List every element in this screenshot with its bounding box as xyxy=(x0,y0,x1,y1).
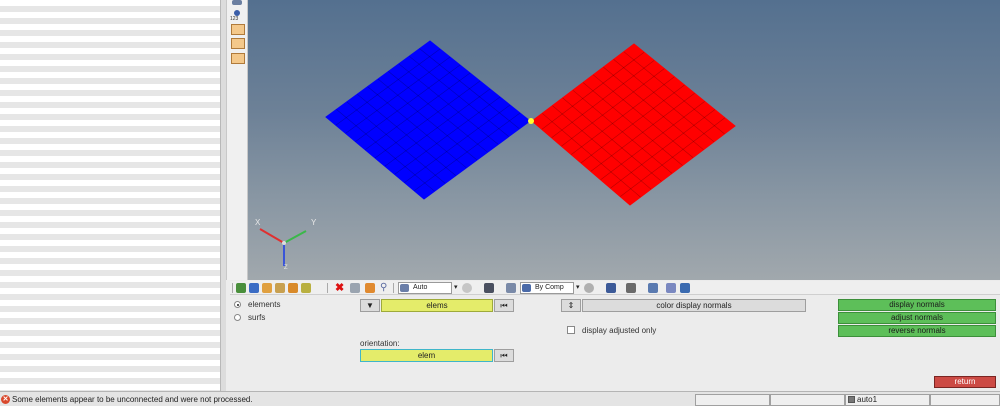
triad-origin xyxy=(282,241,286,245)
triangle-down-icon: ▼ xyxy=(366,301,374,310)
triad-y-label: Y xyxy=(311,218,317,227)
mesh-canvas xyxy=(259,40,736,266)
shared-node xyxy=(528,118,534,124)
adjust-normals-button[interactable]: adjust normals xyxy=(838,312,996,324)
graph-icon[interactable] xyxy=(666,283,676,293)
orientation-elem-selector[interactable]: elem xyxy=(360,349,493,362)
display-adjusted-checkbox[interactable] xyxy=(567,326,575,334)
isolate-icon[interactable] xyxy=(288,283,298,293)
lighting-icon[interactable] xyxy=(462,283,472,293)
label-abc-icon[interactable] xyxy=(231,24,245,35)
status-message: Some elements appear to be unconnected a… xyxy=(12,395,253,404)
error-icon: ✕ xyxy=(1,395,10,404)
graphics-viewport[interactable]: X Y Z xyxy=(248,0,1000,280)
model-browser-panel[interactable] xyxy=(0,0,221,391)
comp-display-icon[interactable] xyxy=(236,283,246,293)
delete-icon[interactable]: ✖ xyxy=(335,283,345,294)
reset-orientation-button[interactable]: ⏮ xyxy=(494,349,514,362)
normals-panel: elements surfs ▼ elems ⏮ ⇕ color display… xyxy=(226,296,1000,391)
reset-selection-button[interactable]: ⏮ xyxy=(494,299,514,312)
orientation-label: orientation: xyxy=(360,339,400,348)
reverse-normals-button[interactable]: reverse normals xyxy=(838,325,996,337)
application-window: 123 X Y Z ✖ ⚲ Auto ▾ By Comp ▾ elements … xyxy=(0,0,1000,406)
toolbar-separator xyxy=(327,283,328,293)
toolbar-grip xyxy=(232,283,233,293)
axis-icon[interactable]: ⚲ xyxy=(380,283,390,293)
up-down-icon: ⇕ xyxy=(567,301,575,310)
count-label: 123 xyxy=(230,16,239,22)
surface-icon[interactable] xyxy=(231,53,245,64)
shaded-icon[interactable] xyxy=(249,283,259,293)
selector-dropdown-button[interactable]: ▼ xyxy=(360,299,380,312)
find-icon[interactable] xyxy=(301,283,311,293)
collector-color-icon xyxy=(848,396,855,403)
component-icon[interactable] xyxy=(365,283,375,293)
view-icon[interactable] xyxy=(232,0,242,5)
status-field-1 xyxy=(695,394,770,406)
reset-icon: ⏮ xyxy=(500,301,508,310)
status-bar: ✕ Some elements appear to be unconnected… xyxy=(0,391,1000,406)
triad-x-label: X xyxy=(255,218,261,227)
elems-selector[interactable]: elems xyxy=(381,299,493,312)
current-collector-label: auto1 xyxy=(857,395,878,404)
color-mode-icon xyxy=(522,284,531,292)
radio-surfs-label: surfs xyxy=(248,313,266,322)
radio-surfs[interactable] xyxy=(234,314,241,321)
return-button[interactable]: return xyxy=(934,376,996,388)
toolbar-separator-2 xyxy=(393,283,394,293)
cube-icon[interactable] xyxy=(506,283,516,293)
toggle-button[interactable]: ⇕ xyxy=(561,299,581,312)
view-mode-icon xyxy=(400,284,409,292)
status-field-2 xyxy=(770,394,845,406)
mask-icon[interactable] xyxy=(262,283,272,293)
feature-icon[interactable] xyxy=(648,283,658,293)
display-normals-button[interactable]: display normals xyxy=(838,299,996,311)
status-field-4 xyxy=(930,394,1000,406)
camera-icon[interactable] xyxy=(484,283,494,293)
wireframe-icon[interactable] xyxy=(584,283,594,293)
screen-icon[interactable] xyxy=(680,283,690,293)
triad-x-axis xyxy=(259,228,285,244)
unmask-icon[interactable] xyxy=(275,283,285,293)
visualization-toolbar: ✖ ⚲ Auto ▾ By Comp ▾ xyxy=(230,281,1000,295)
color-display-normals-button[interactable]: color display normals xyxy=(582,299,806,312)
current-collector-field[interactable]: auto1 xyxy=(845,394,930,406)
reset-icon-2: ⏮ xyxy=(500,351,508,360)
mesh-lines-icon[interactable] xyxy=(626,283,636,293)
solid-icon[interactable] xyxy=(350,283,360,293)
radio-elements[interactable] xyxy=(234,301,241,308)
shaded-element-icon[interactable] xyxy=(606,283,616,293)
radio-elements-label: elements xyxy=(248,300,281,309)
triad-z-label: Z xyxy=(284,265,288,271)
label-abc-red-icon[interactable] xyxy=(231,38,245,49)
display-adjusted-label: display adjusted only xyxy=(582,326,657,335)
triad-y-axis xyxy=(283,230,307,244)
vertical-toolstrip: 123 xyxy=(226,0,248,280)
